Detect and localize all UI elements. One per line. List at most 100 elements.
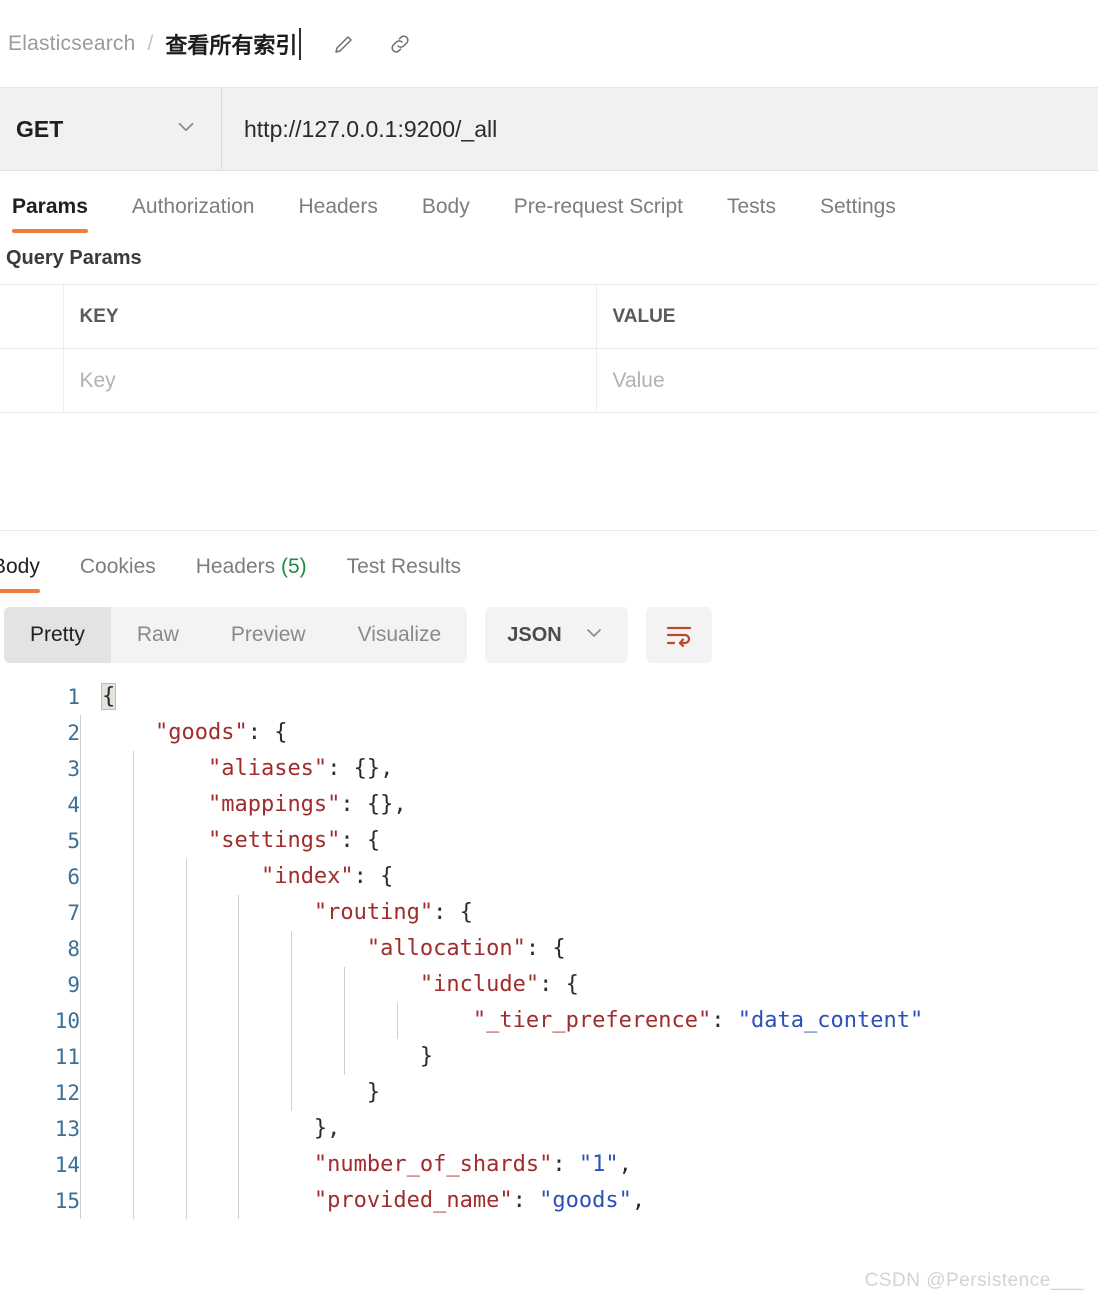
table-row: Key Value — [0, 348, 1098, 413]
code-line: } — [102, 1075, 1098, 1111]
json-punct: : — [512, 1188, 540, 1213]
tab-authorization[interactable]: Authorization — [110, 195, 277, 233]
code-line: "provided_name": "goods", — [102, 1183, 1098, 1219]
json-punct: } — [366, 1080, 381, 1105]
response-tab-body[interactable]: Body — [0, 555, 60, 593]
code-line: "allocation": { — [102, 931, 1098, 967]
word-wrap-icon[interactable] — [645, 607, 712, 663]
url-text: http://127.0.0.1:9200/_all — [244, 115, 498, 142]
line-number: 8 — [67, 937, 80, 961]
tab-tests[interactable]: Tests — [705, 195, 798, 233]
tab-headers[interactable]: Headers — [276, 195, 399, 233]
response-tab-headers[interactable]: Headers (5) — [176, 555, 327, 593]
breadcrumb-root[interactable]: Elasticsearch — [8, 32, 135, 56]
code-line: "_tier_preference": "data_content" — [102, 1003, 1098, 1039]
json-punct: : {}, — [327, 756, 394, 781]
json-punct: } — [419, 1044, 434, 1069]
response-tab-cookies[interactable]: Cookies — [60, 555, 176, 593]
response-body-viewer[interactable]: 1 2 3 4 5 6 7 8 9 10 11 12 13 14 15 { "goods": { "alia… — [0, 679, 1098, 1219]
json-string: "1" — [578, 1152, 619, 1177]
json-punct: : — [711, 1008, 738, 1033]
url-input[interactable]: http://127.0.0.1:9200/_all — [222, 88, 1098, 170]
format-preview-button[interactable]: Preview — [205, 607, 332, 663]
line-number: 5 — [67, 829, 80, 853]
json-punct: : { — [340, 828, 381, 853]
line-number: 3 — [67, 757, 80, 781]
json-key: "allocation" — [366, 936, 526, 961]
json-punct: { — [100, 683, 117, 710]
table-header-row: KEY VALUE — [0, 284, 1098, 349]
json-punct: : { — [433, 900, 473, 925]
code-lines: { "goods": { "aliases": {}, "mappings": … — [100, 679, 1098, 1219]
json-string: "goods" — [539, 1188, 632, 1213]
line-number-gutter: 1 2 3 4 5 6 7 8 9 10 11 12 13 14 15 — [0, 679, 80, 1219]
indent-guide — [80, 715, 81, 1219]
request-url-row: GET http://127.0.0.1:9200/_all — [0, 88, 1098, 171]
language-label: JSON — [507, 623, 562, 646]
request-tabs: Params Authorization Headers Body Pre-re… — [0, 171, 1098, 233]
breadcrumb-current[interactable]: 查看所有索引 — [165, 27, 302, 60]
query-params-table: KEY VALUE Key Value — [0, 284, 1098, 413]
code-line: "index": { — [102, 859, 1098, 895]
code-content[interactable]: { "goods": { "aliases": {}, "mappings": … — [80, 679, 1098, 1219]
response-tab-test-results[interactable]: Test Results — [327, 555, 481, 593]
pencil-icon[interactable] — [331, 31, 357, 57]
tab-params[interactable]: Params — [6, 195, 110, 233]
json-key: "number_of_shards" — [313, 1152, 553, 1177]
tab-body-label: Body — [421, 195, 470, 218]
json-key: "routing" — [313, 900, 434, 925]
postman-window: Elasticsearch / 查看所有索引 GET http://127.0.… — [0, 0, 1098, 1300]
response-tab-headers-label: Headers — [195, 555, 276, 578]
response-tab-test-results-label: Test Results — [346, 555, 462, 578]
code-line: } — [102, 1039, 1098, 1075]
tab-tests-label: Tests — [726, 195, 776, 218]
line-number: 12 — [54, 1081, 80, 1105]
response-format-toolbar: Pretty Raw Preview Visualize JSON — [0, 593, 1098, 663]
tab-pre-request-script[interactable]: Pre-request Script — [492, 195, 705, 233]
json-key: "aliases" — [207, 756, 328, 781]
response-tab-body-label: Body — [0, 555, 40, 578]
json-punct: : { — [247, 720, 288, 745]
language-dropdown[interactable]: JSON — [485, 607, 628, 663]
line-number: 11 — [54, 1045, 80, 1069]
format-pretty-button[interactable]: Pretty — [4, 607, 111, 663]
line-number: 6 — [67, 865, 80, 889]
param-value-input[interactable]: Value — [596, 348, 1098, 413]
code-line: "goods": { — [102, 715, 1098, 751]
json-key: "settings" — [207, 828, 341, 853]
code-line: "number_of_shards": "1", — [102, 1147, 1098, 1183]
json-punct: : { — [353, 864, 394, 889]
json-punct: : { — [525, 936, 566, 961]
row-checkbox-cell[interactable] — [0, 348, 64, 413]
request-body-empty-area — [0, 413, 1098, 531]
json-key: "provided_name" — [313, 1188, 513, 1213]
tab-headers-label: Headers — [298, 195, 378, 218]
chevron-down-icon — [173, 114, 199, 145]
code-line: "aliases": {}, — [102, 751, 1098, 787]
format-raw-button[interactable]: Raw — [111, 607, 205, 663]
format-visualize-button[interactable]: Visualize — [332, 607, 468, 663]
tab-body[interactable]: Body — [400, 195, 492, 233]
json-punct: : {}, — [340, 792, 407, 817]
query-params-title: Query Params — [6, 247, 142, 269]
format-mode-group: Pretty Raw Preview Visualize — [4, 607, 468, 663]
line-number: 10 — [54, 1009, 80, 1033]
response-tabs: Body Cookies Headers (5) Test Results — [0, 531, 1098, 593]
tab-authorization-label: Authorization — [131, 195, 255, 218]
json-punct: : — [552, 1152, 579, 1177]
tab-settings[interactable]: Settings — [798, 195, 918, 233]
json-string: "data_content" — [737, 1008, 924, 1033]
code-line: { — [100, 679, 1098, 715]
code-line: "mappings": {}, — [102, 787, 1098, 823]
line-number: 9 — [67, 973, 80, 997]
select-all-checkbox-cell[interactable] — [0, 284, 64, 349]
tab-settings-label: Settings — [819, 195, 896, 218]
response-tab-cookies-label: Cookies — [79, 555, 156, 578]
line-number: 15 — [54, 1189, 80, 1213]
link-icon[interactable] — [387, 31, 413, 57]
http-method-dropdown[interactable]: GET — [0, 88, 222, 170]
line-number: 7 — [67, 901, 80, 925]
breadcrumb: Elasticsearch / 查看所有索引 — [0, 0, 1098, 88]
param-key-input[interactable]: Key — [63, 348, 597, 413]
json-punct: }, — [313, 1116, 341, 1141]
